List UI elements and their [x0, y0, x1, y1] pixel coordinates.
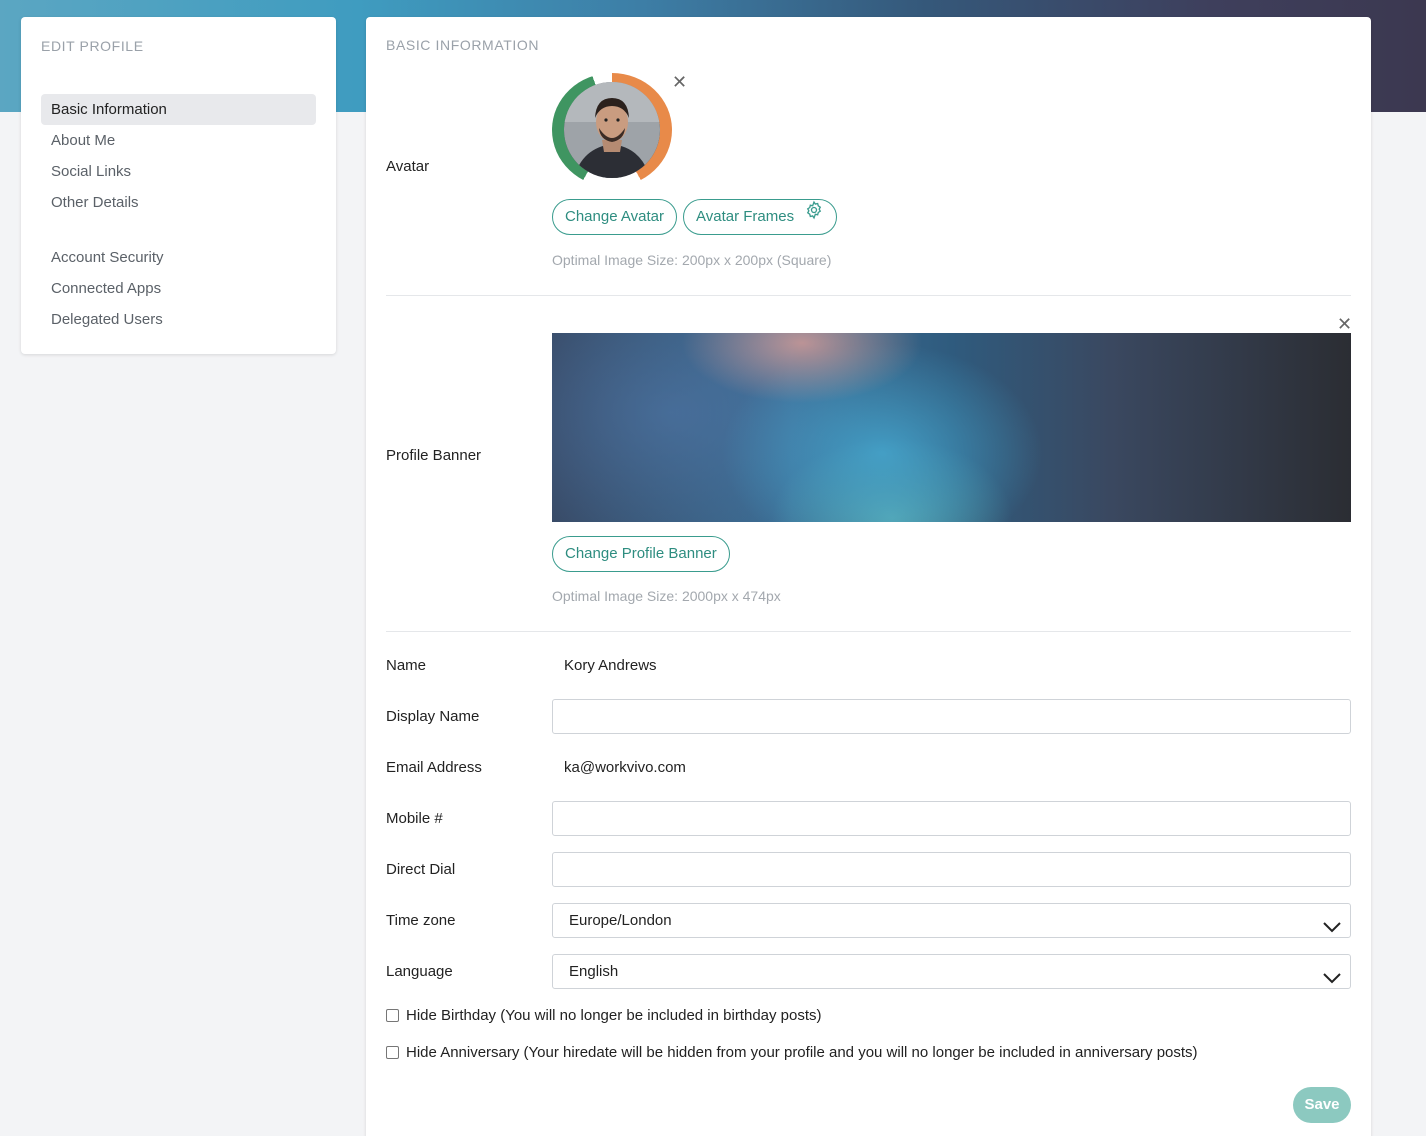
hide-anniversary-row: Hide Anniversary (Your hiredate will be … [386, 1044, 1198, 1061]
edit-profile-sidebar: EDIT PROFILE Basic Information About Me … [21, 17, 336, 354]
avatar-label: Avatar [386, 158, 430, 175]
language-value: English [569, 963, 619, 980]
avatar [552, 73, 672, 187]
language-label: Language [386, 963, 453, 980]
banner-size-hint: Optimal Image Size: 2000px x 474px [552, 588, 781, 604]
sidebar-item-account-security[interactable]: Account Security [41, 242, 316, 273]
sidebar-item-social-links[interactable]: Social Links [41, 156, 316, 187]
remove-banner-icon[interactable]: ✕ [1337, 315, 1352, 333]
email-value: ka@workvivo.com [564, 759, 686, 776]
mobile-label: Mobile # [386, 810, 443, 827]
timezone-value: Europe/London [569, 912, 672, 929]
chevron-down-icon [1322, 913, 1342, 946]
sidebar-item-basic-information[interactable]: Basic Information [41, 94, 316, 125]
remove-avatar-icon[interactable]: ✕ [672, 73, 687, 91]
direct-dial-label: Direct Dial [386, 861, 456, 878]
timezone-label: Time zone [386, 912, 456, 929]
email-label: Email Address [386, 759, 482, 776]
hide-birthday-row: Hide Birthday (You will no longer be inc… [386, 1007, 822, 1024]
name-label: Name [386, 657, 427, 674]
sidebar-item-about-me[interactable]: About Me [41, 125, 316, 156]
display-name-input[interactable] [552, 699, 1351, 734]
hide-anniversary-label[interactable]: Hide Anniversary (Your hiredate will be … [406, 1044, 1198, 1061]
change-profile-banner-button[interactable]: Change Profile Banner [552, 536, 730, 572]
divider [386, 631, 1351, 632]
sidebar-item-other-details[interactable]: Other Details [41, 187, 316, 218]
language-select[interactable]: English [552, 954, 1351, 989]
sidebar-item-delegated-users[interactable]: Delegated Users [41, 304, 316, 335]
sidebar-item-connected-apps[interactable]: Connected Apps [41, 273, 316, 304]
change-avatar-label: Change Avatar [565, 208, 664, 225]
divider [386, 295, 1351, 296]
change-avatar-button[interactable]: Change Avatar [552, 199, 677, 235]
save-button[interactable]: Save [1293, 1087, 1351, 1123]
chevron-down-icon [1322, 964, 1342, 997]
profile-banner-image [552, 333, 1351, 522]
avatar-frames-button[interactable]: Avatar Frames [683, 199, 838, 235]
hide-anniversary-checkbox[interactable] [386, 1046, 399, 1059]
avatar-size-hint: Optimal Image Size: 200px x 200px (Squar… [552, 252, 832, 268]
avatar-image [564, 82, 660, 178]
profile-banner-label: Profile Banner [386, 447, 482, 464]
hide-birthday-label[interactable]: Hide Birthday (You will no longer be inc… [406, 1007, 822, 1024]
sidebar-title: EDIT PROFILE [41, 38, 144, 54]
sidebar-nav: Basic Information About Me Social Links … [41, 94, 316, 335]
section-title: BASIC INFORMATION [386, 37, 540, 53]
direct-dial-input[interactable] [552, 852, 1351, 887]
timezone-select[interactable]: Europe/London [552, 903, 1351, 938]
change-profile-banner-label: Change Profile Banner [565, 545, 717, 562]
avatar-frames-label: Avatar Frames [696, 208, 795, 225]
gear-icon [804, 199, 824, 233]
avatar-photo [564, 82, 660, 178]
name-value: Kory Andrews [564, 657, 657, 674]
display-name-label: Display Name [386, 708, 480, 725]
mobile-input[interactable] [552, 801, 1351, 836]
hide-birthday-checkbox[interactable] [386, 1009, 399, 1022]
basic-information-panel: BASIC INFORMATION Avatar ✕ Change Avatar… [366, 17, 1371, 1136]
